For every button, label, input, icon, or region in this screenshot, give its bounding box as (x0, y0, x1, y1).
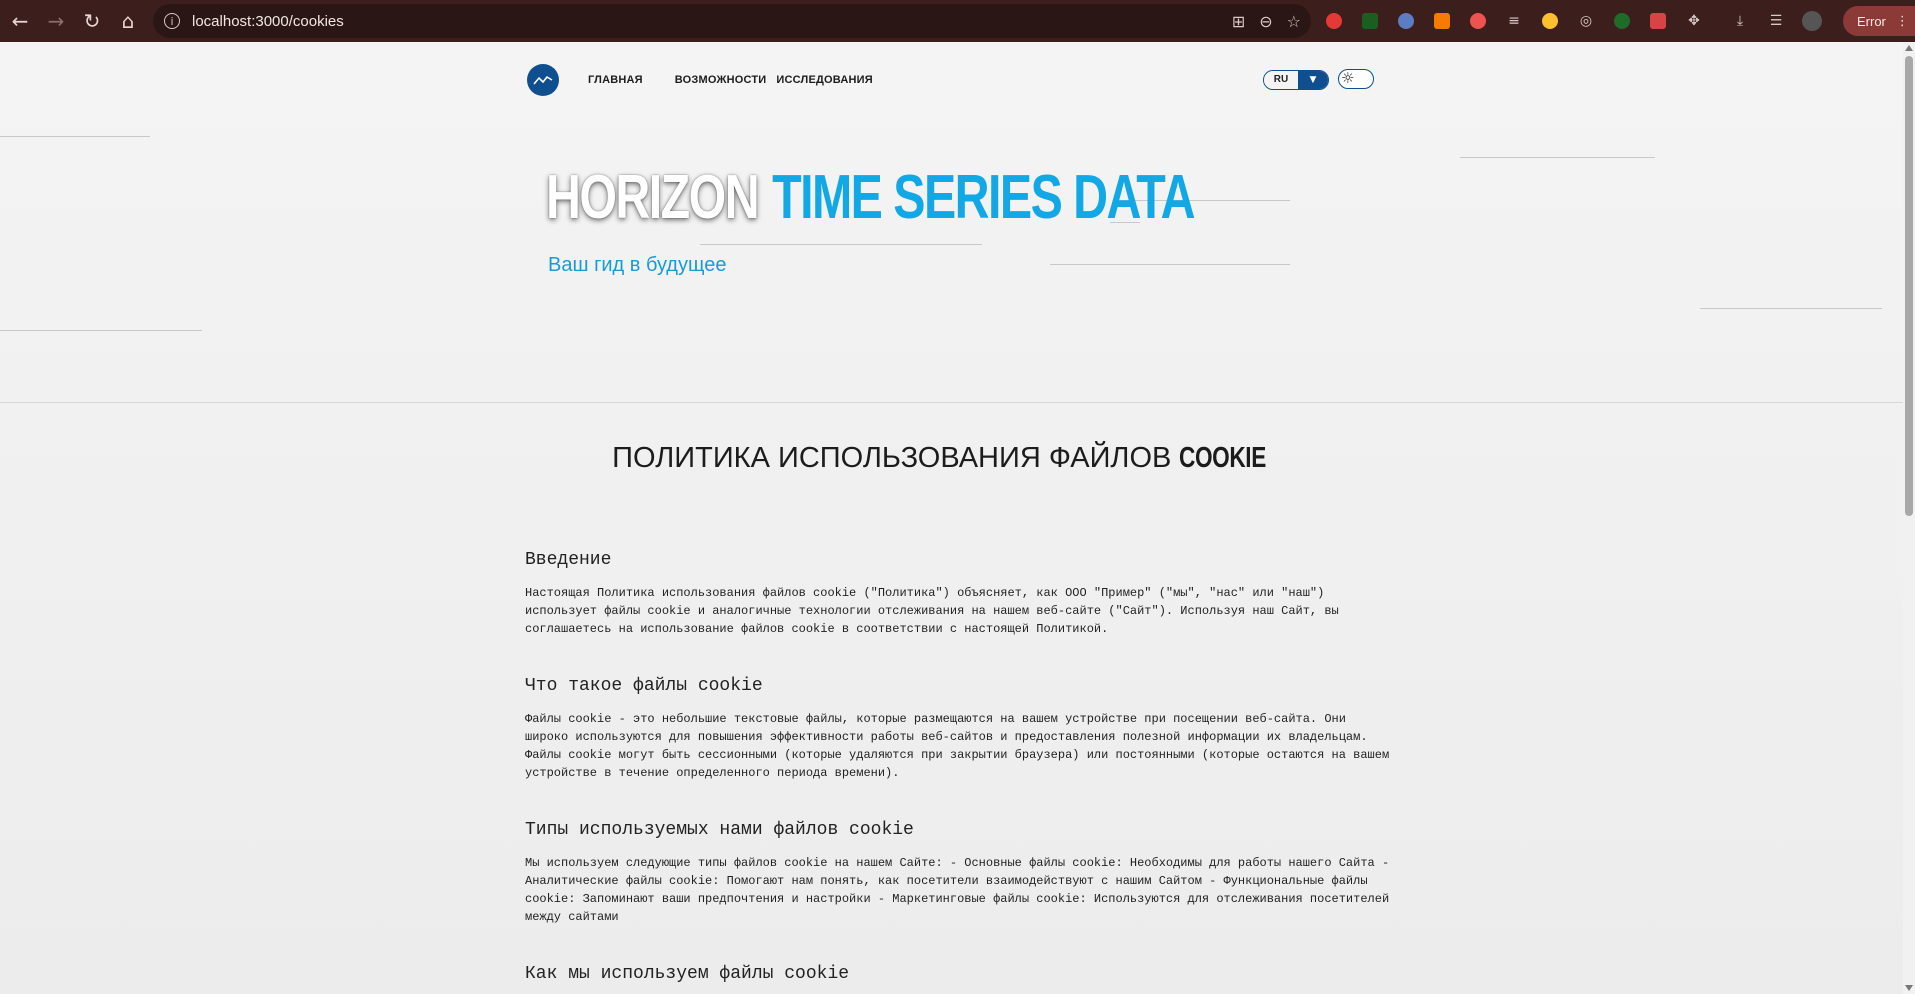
extension-yellow-icon[interactable] (1538, 9, 1562, 33)
decor-line (700, 244, 982, 245)
hero-title-brand: HORIZON (546, 163, 760, 232)
section-body: Мы используем следующие типы файлов cook… (525, 856, 1390, 924)
forward-icon[interactable]: → (38, 3, 74, 39)
browser-toolbar: ← → ↻ ⌂ i localhost:3000/cookies ⊞ ⊖ ☆ ≡… (0, 0, 1915, 42)
site-logo-icon[interactable] (527, 64, 559, 96)
section-heading: Как мы используем файлы cookie (525, 964, 850, 984)
extension-orange-icon[interactable] (1430, 9, 1454, 33)
extension-gallery-icon[interactable] (1646, 9, 1670, 33)
chevron-down-icon: ▼ (1298, 71, 1328, 89)
section-body: Настоящая Политика использования файлов … (525, 586, 1339, 636)
hero-title: HORIZON TIME SERIES DATA (546, 162, 1196, 233)
policy-section-intro: Введение Настоящая Политика использовани… (525, 550, 1395, 638)
download-icon[interactable]: ⤓ (1728, 9, 1752, 33)
hero-subtitle: Ваш гид в будущее (548, 254, 727, 276)
nav-features-link[interactable]: ВОЗМОЖНОСТИ (675, 74, 767, 86)
decor-line (0, 330, 202, 331)
reload-icon[interactable]: ↻ (74, 3, 110, 39)
nav-research-link[interactable]: ИССЛЕДОВАНИЯ (776, 74, 872, 86)
back-icon[interactable]: ← (2, 3, 38, 39)
extension-blue-icon[interactable] (1394, 9, 1418, 33)
decor-line (1700, 308, 1882, 309)
nav-home-link[interactable]: ГЛАВНАЯ (588, 74, 643, 86)
section-heading: Типы используемых нами файлов cookie (525, 820, 914, 840)
section-heading: Введение (525, 550, 612, 570)
decor-line (1460, 157, 1655, 158)
policy-section-what-are-cookies: Что такое файлы cookie Файлы cookie - эт… (525, 676, 1395, 782)
page-title-main: ПОЛИТИКА ИСПОЛЬЗОВАНИЯ ФАЙЛОВ (612, 442, 1172, 474)
language-code: RU (1264, 71, 1298, 89)
avatar[interactable] (1800, 9, 1824, 33)
zoom-icon[interactable]: ⊖ (1259, 12, 1272, 31)
extension-green-icon[interactable] (1358, 9, 1382, 33)
extensions-puzzle-icon[interactable]: ✥ (1682, 9, 1706, 33)
hero-title-accent: TIME SERIES DATA (772, 163, 1196, 232)
policy-section-how-we-use: Как мы используем файлы cookie (525, 964, 1395, 994)
extension-target-icon[interactable]: ◎ (1574, 9, 1598, 33)
menu-dots-icon: ⋮ (1895, 13, 1909, 29)
extensions-row: ≡ ◎ ✥ ⤓ ☰ (1322, 0, 1824, 42)
extension-red-icon[interactable] (1322, 9, 1346, 33)
page-title: ПОЛИТИКА ИСПОЛЬЗОВАНИЯ ФАЙЛОВ COOKIE (0, 442, 1903, 475)
site-info-icon[interactable]: i (164, 13, 180, 29)
scroll-down-icon[interactable] (1905, 985, 1913, 991)
section-body: Файлы cookie - это небольшие текстовые ф… (525, 712, 1390, 780)
policy-section-cookie-types: Типы используемых нами файлов cookie Мы … (525, 820, 1395, 926)
profile-error-button[interactable]: Error ⋮ (1843, 6, 1915, 36)
decor-line (0, 136, 150, 137)
sun-icon: ☼ (1341, 69, 1355, 87)
scrollbar-thumb[interactable] (1905, 56, 1913, 516)
site-header: ГЛАВНАЯ ВОЗМОЖНОСТИ ИССЛЕДОВАНИЯ RU ▼ ☼ (527, 58, 1379, 102)
url-text[interactable]: localhost:3000/cookies (192, 13, 344, 30)
reading-list-icon[interactable]: ☰ (1764, 9, 1788, 33)
scroll-up-icon[interactable] (1905, 45, 1913, 51)
extension-lines-icon[interactable]: ≡ (1502, 9, 1526, 33)
page-scrollbar[interactable] (1903, 42, 1915, 994)
profile-error-label: Error (1857, 13, 1886, 29)
extension-fire-icon[interactable] (1466, 9, 1490, 33)
theme-toggle[interactable]: ☼ (1338, 69, 1374, 89)
page-title-bold: COOKIE (1179, 442, 1267, 474)
address-bar[interactable]: i localhost:3000/cookies ⊞ ⊖ ☆ (153, 4, 1311, 38)
home-icon[interactable]: ⌂ (110, 3, 146, 39)
page-viewport: ГЛАВНАЯ ВОЗМОЖНОСТИ ИССЛЕДОВАНИЯ RU ▼ ☼ … (0, 42, 1903, 994)
extension-dark-green-icon[interactable] (1610, 9, 1634, 33)
translate-icon[interactable]: ⊞ (1232, 12, 1245, 31)
bookmark-star-icon[interactable]: ☆ (1287, 12, 1301, 31)
hero-divider (0, 402, 1903, 403)
language-selector[interactable]: RU ▼ (1263, 70, 1329, 90)
decor-line (1050, 264, 1290, 265)
section-heading: Что такое файлы cookie (525, 676, 763, 696)
